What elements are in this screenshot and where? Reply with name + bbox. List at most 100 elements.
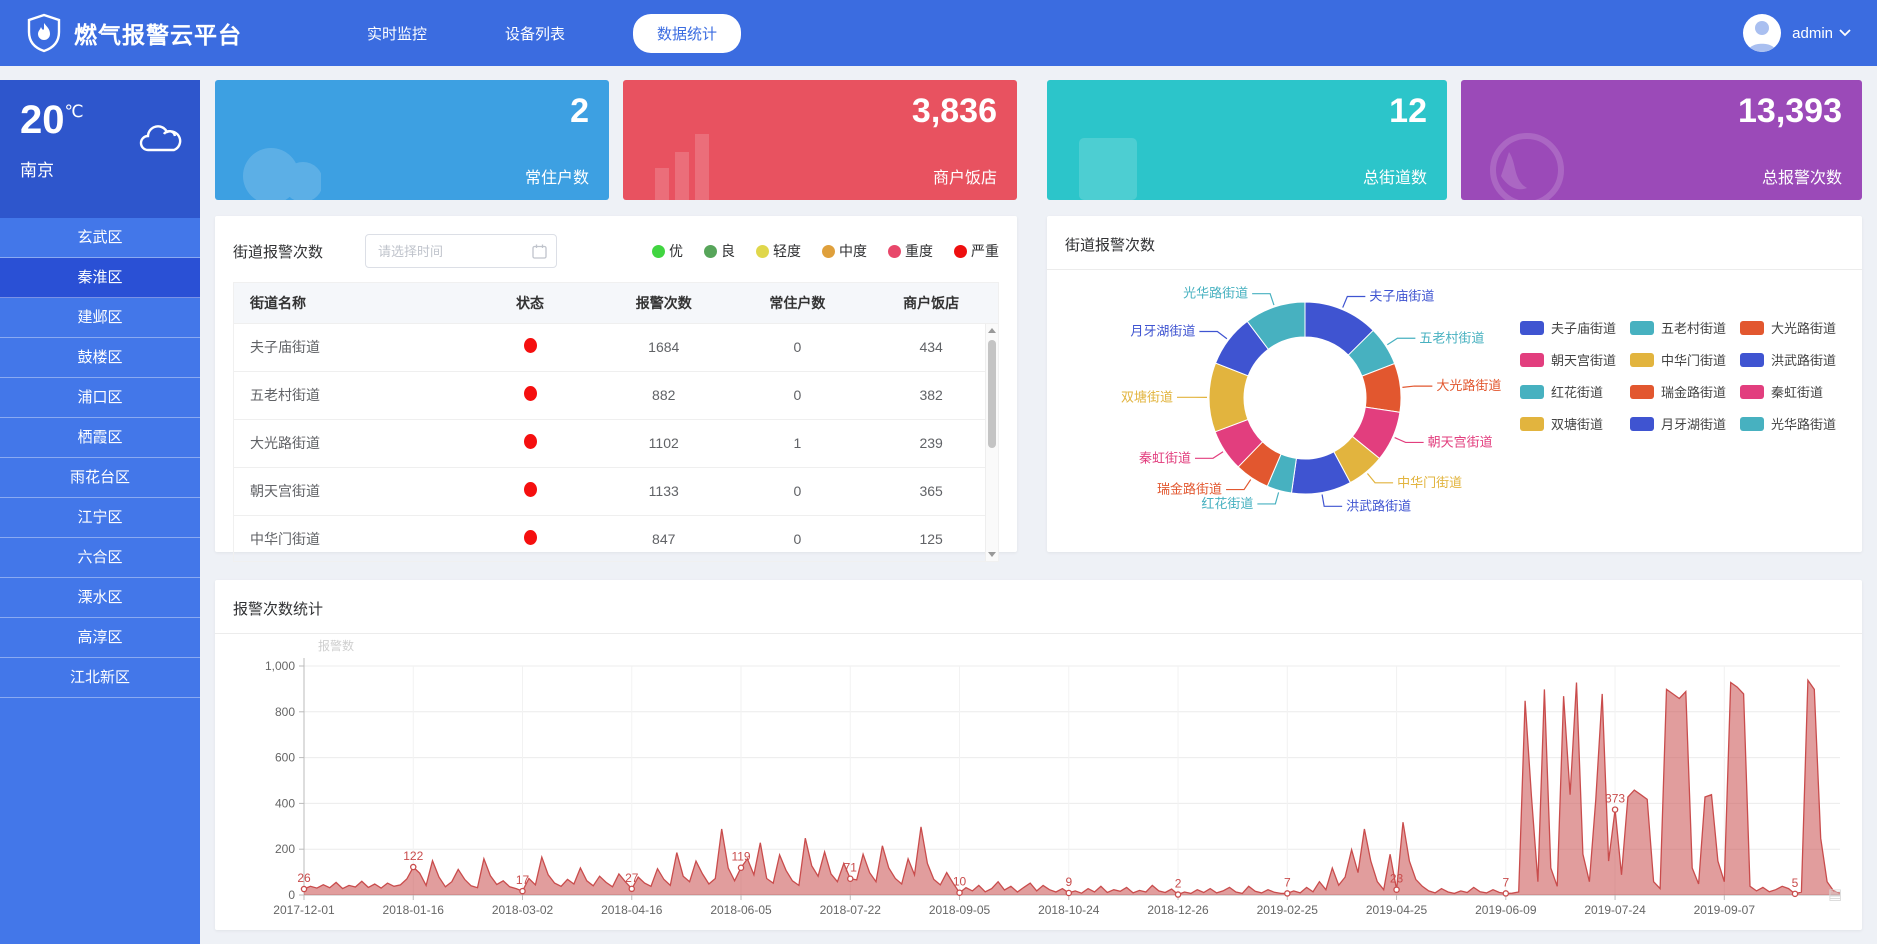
labeled-point-marker[interactable] — [738, 865, 743, 870]
x-axis-tick-label: 2019-02-25 — [1257, 903, 1319, 917]
table-row[interactable]: 五老村街道8820382 — [234, 371, 998, 419]
scroll-down-icon[interactable] — [988, 552, 996, 557]
labeled-point-marker[interactable] — [629, 886, 634, 891]
x-axis-tick-label: 2019-06-09 — [1475, 903, 1537, 917]
donut-legend-item[interactable]: 月牙湖街道 — [1630, 414, 1726, 433]
chart-toolbox-icon[interactable]: ▤ — [1828, 886, 1842, 903]
legend-swatch-icon — [1740, 321, 1764, 335]
nav-item[interactable]: 设备列表 — [495, 14, 575, 53]
legend-swatch-icon — [1630, 385, 1654, 399]
legend-swatch-icon — [1520, 353, 1544, 367]
table-row[interactable]: 夫子庙街道16840434 — [234, 323, 998, 371]
severity-dot-icon — [954, 245, 967, 258]
user-name: admin — [1792, 25, 1833, 42]
sidebar-district-item[interactable]: 建邺区 — [0, 298, 200, 338]
donut-legend-item[interactable]: 瑞金路街道 — [1630, 382, 1726, 401]
resident-count-cell: 0 — [731, 515, 865, 562]
nav-item[interactable]: 数据统计 — [633, 14, 741, 53]
alarm-trend-chart[interactable]: 1,00080060040020002017-12-012018-01-1620… — [233, 634, 1844, 926]
table-row[interactable]: 大光路街道11021239 — [234, 419, 998, 467]
donut-slice-label: 双塘街道 — [1121, 389, 1173, 404]
donut-legend-item[interactable]: 光华路街道 — [1740, 414, 1836, 433]
status-cell — [463, 323, 597, 371]
y-axis-tick-label: 800 — [275, 705, 295, 719]
donut-label-line — [1367, 474, 1393, 483]
sidebar-district-item[interactable]: 玄武区 — [0, 218, 200, 258]
sidebar-district-item[interactable]: 溧水区 — [0, 578, 200, 618]
labeled-point-marker[interactable] — [301, 886, 306, 891]
labeled-point-marker[interactable] — [411, 864, 416, 869]
stat-card: 12总街道数 — [1047, 80, 1447, 200]
resident-count-cell: 0 — [731, 371, 865, 419]
street-name-cell: 中华门街道 — [234, 515, 463, 562]
stat-card-label: 商户饭店 — [933, 164, 997, 188]
logo: 燃气报警云平台 — [26, 13, 242, 53]
avatar[interactable] — [1743, 14, 1781, 52]
sidebar-district-item[interactable]: 秦淮区 — [0, 258, 200, 298]
nav-item[interactable]: 实时监控 — [357, 14, 437, 53]
stat-card: 13,393总报警次数 — [1461, 80, 1862, 200]
legend-swatch-icon — [1740, 417, 1764, 431]
severity-legend-item: 良 — [704, 241, 735, 261]
labeled-point-marker[interactable] — [1175, 892, 1180, 897]
table-scrollbar[interactable] — [985, 324, 998, 561]
scrollbar-thumb[interactable] — [988, 340, 996, 448]
date-picker[interactable] — [365, 234, 557, 268]
labeled-point-marker[interactable] — [848, 876, 853, 881]
labeled-point-marker[interactable] — [1792, 891, 1797, 896]
labeled-point-marker[interactable] — [520, 889, 525, 894]
table-row[interactable]: 中华门街道8470125 — [234, 515, 998, 562]
point-value-label: 2 — [1175, 877, 1182, 891]
severity-dot-icon — [652, 245, 665, 258]
donut-legend-item[interactable]: 五老村街道 — [1630, 318, 1726, 337]
x-axis-tick-label: 2019-09-07 — [1694, 903, 1756, 917]
y-axis-tick-label: 0 — [288, 888, 295, 902]
x-axis-tick-label: 2019-04-25 — [1366, 903, 1428, 917]
labeled-point-marker[interactable] — [1612, 807, 1617, 812]
donut-legend-item[interactable]: 夫子庙街道 — [1520, 318, 1616, 337]
donut-label-line — [1195, 452, 1223, 459]
alarm-count-cell: 1133 — [597, 467, 731, 515]
labeled-point-marker[interactable] — [957, 890, 962, 895]
donut-legend-item[interactable]: 朝天宫街道 — [1520, 350, 1616, 369]
donut-slice-label: 秦虹街道 — [1139, 450, 1191, 465]
table-row[interactable]: 朝天宫街道11330365 — [234, 467, 998, 515]
donut-legend-item[interactable]: 秦虹街道 — [1740, 382, 1836, 401]
sidebar-district-item[interactable]: 高淳区 — [0, 618, 200, 658]
donut-label-line — [1402, 386, 1432, 387]
resident-count-cell: 1 — [731, 419, 865, 467]
sidebar-district-item[interactable]: 江宁区 — [0, 498, 200, 538]
donut-legend-item[interactable]: 双塘街道 — [1520, 414, 1616, 433]
severity-dot-icon — [704, 245, 717, 258]
labeled-point-marker[interactable] — [1503, 891, 1508, 896]
sidebar-district-item[interactable]: 江北新区 — [0, 658, 200, 698]
labeled-point-marker[interactable] — [1394, 887, 1399, 892]
scroll-up-icon[interactable] — [988, 328, 996, 333]
donut-legend-item[interactable]: 红花街道 — [1520, 382, 1616, 401]
donut-slice-label: 夫子庙街道 — [1369, 288, 1434, 303]
sidebar-district-item[interactable]: 六合区 — [0, 538, 200, 578]
point-value-label: 373 — [1605, 792, 1625, 806]
alarm-count-cell: 1684 — [597, 323, 731, 371]
street-alarm-panel: 街道报警次数 优良轻度中度重度严重 街道名称状态报警次数常住户数商户饭店 — [215, 216, 1017, 552]
street-name-cell: 大光路街道 — [234, 419, 463, 467]
donut-slice-label: 大光路街道 — [1436, 378, 1501, 393]
legend-swatch-icon — [1630, 353, 1654, 367]
donut-slice-label: 月牙湖街道 — [1130, 324, 1195, 339]
user-menu[interactable]: admin — [1743, 14, 1851, 52]
date-picker-input[interactable] — [378, 235, 528, 267]
legend-swatch-icon — [1740, 385, 1764, 399]
sidebar-district-item[interactable]: 浦口区 — [0, 378, 200, 418]
donut-legend-item[interactable]: 洪武路街道 — [1740, 350, 1836, 369]
labeled-point-marker[interactable] — [1066, 890, 1071, 895]
sidebar-district-item[interactable]: 栖霞区 — [0, 418, 200, 458]
sidebar-district-item[interactable]: 雨花台区 — [0, 458, 200, 498]
city-label: 南京 — [20, 156, 182, 181]
donut-legend-item[interactable]: 中华门街道 — [1630, 350, 1726, 369]
sidebar-district-item[interactable]: 鼓楼区 — [0, 338, 200, 378]
stat-card-value: 2 — [570, 92, 589, 131]
labeled-point-marker[interactable] — [1285, 891, 1290, 896]
status-dot-icon — [524, 338, 537, 353]
point-value-label: 119 — [731, 850, 750, 864]
donut-legend-item[interactable]: 大光路街道 — [1740, 318, 1836, 337]
